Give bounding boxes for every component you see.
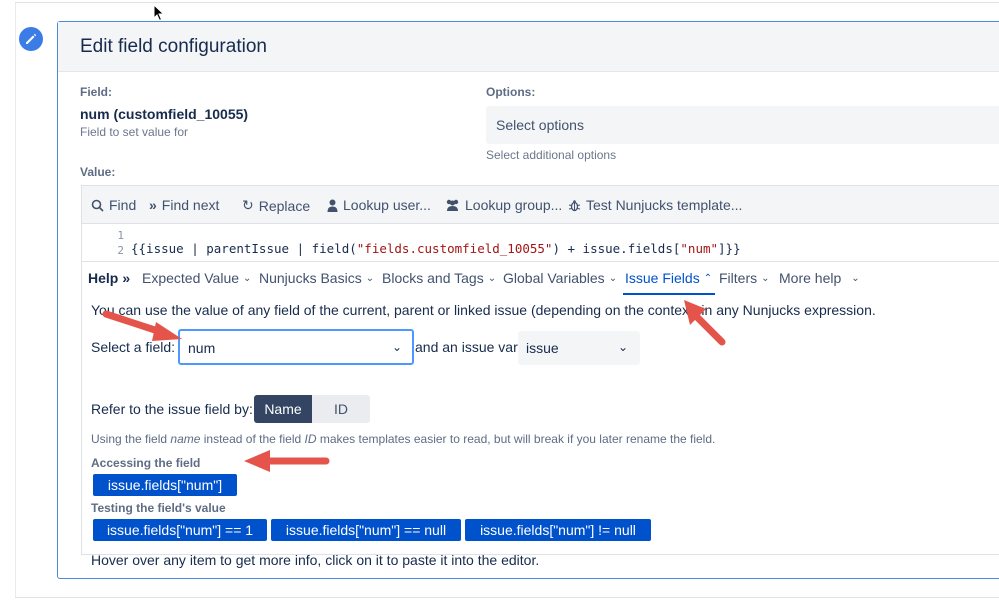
options-select[interactable]: Select options xyxy=(486,106,999,144)
lookup-group-button[interactable]: Lookup group... xyxy=(445,197,562,213)
tab-label: Nunjucks Basics xyxy=(259,270,362,286)
refer-by-id-button[interactable]: ID xyxy=(312,395,370,423)
search-icon xyxy=(91,199,104,212)
find-next-label: Find next xyxy=(161,197,220,213)
chevron-down-icon: ⌄ xyxy=(243,272,252,284)
testing-chip[interactable]: issue.fields["num"] == null xyxy=(271,519,461,541)
top-divider xyxy=(15,0,999,3)
issue-var-select[interactable]: issue ⌄ xyxy=(518,331,640,365)
code-line: {{issue | parentIssue | field("fields.cu… xyxy=(131,241,741,256)
help-title-label: Help xyxy=(88,270,119,286)
tab-label: Expected Value xyxy=(142,270,240,286)
user-icon xyxy=(327,199,338,212)
note-text: instead of the field xyxy=(200,432,305,446)
bottom-divider xyxy=(15,597,999,598)
edit-field-panel: Edit field configuration Field: num (cus… xyxy=(57,21,999,579)
tab-expected-value[interactable]: Expected Value ⌄ xyxy=(142,270,251,286)
options-placeholder: Select options xyxy=(496,117,584,133)
field-name: num (customfield_10055) xyxy=(80,106,249,122)
tab-issue-fields[interactable]: Issue Fields ⌃ xyxy=(625,270,712,286)
tab-filters[interactable]: Filters ⌄ xyxy=(719,270,770,286)
issue-var-value: issue xyxy=(526,340,559,356)
line-numbers: 1 2 xyxy=(112,228,124,258)
edit-pencil-icon[interactable] xyxy=(19,27,43,51)
double-chevron-right-icon: » xyxy=(122,270,131,286)
find-label: Find xyxy=(109,197,137,213)
refer-label: Refer to the issue field by: xyxy=(91,401,253,417)
chevron-down-icon: ⌄ xyxy=(487,272,497,284)
options-label: Options: xyxy=(486,85,536,99)
left-rail xyxy=(15,3,16,597)
field-select[interactable]: num ⌄ xyxy=(178,329,414,365)
field-helper: Field to set value for xyxy=(80,125,189,139)
annotation-arrow-icon xyxy=(102,310,182,341)
bug-icon xyxy=(568,199,581,211)
tab-label: More help xyxy=(779,270,842,286)
note-text: Using the field xyxy=(91,432,171,446)
line-number: 1 xyxy=(117,229,124,242)
tab-label: Global Variables xyxy=(503,270,605,286)
editor-toolbar: Find » Find next ↻ Replace Lookup user..… xyxy=(82,186,999,224)
line-number: 2 xyxy=(117,244,124,257)
refer-by-name-button[interactable]: Name xyxy=(254,395,312,423)
lookup-user-label: Lookup user... xyxy=(343,197,431,213)
testing-chip[interactable]: issue.fields["num"] != null xyxy=(465,519,651,541)
panel-title: Edit field configuration xyxy=(80,36,267,57)
accessing-chip[interactable]: issue.fields["num"] xyxy=(93,474,237,496)
refer-note: Using the field name instead of the fiel… xyxy=(91,432,715,446)
mouse-cursor-icon xyxy=(153,4,165,22)
test-template-label: Test Nunjucks template... xyxy=(586,197,743,213)
double-chevron-right-icon: » xyxy=(149,197,157,213)
tab-blocks-and-tags[interactable]: Blocks and Tags ⌄ xyxy=(382,270,496,286)
options-helper: Select additional options xyxy=(486,148,617,162)
chevron-down-icon: ⌄ xyxy=(617,340,628,354)
find-next-button[interactable]: » Find next xyxy=(149,197,219,213)
tab-label: Issue Fields xyxy=(625,270,700,286)
tab-nunjucks-basics[interactable]: Nunjucks Basics ⌄ xyxy=(259,270,374,286)
code-string: "num" xyxy=(680,241,719,256)
code-prefix: {{issue | parentIssue | field( xyxy=(131,241,357,256)
annotation-arrow-icon xyxy=(684,300,726,346)
help-intro: You can use the value of any field of th… xyxy=(91,302,876,318)
code-editor[interactable]: 1 2 {{issue | parentIssue | field("field… xyxy=(82,224,999,262)
field-select-value: num xyxy=(188,340,216,356)
page: Edit field configuration Field: num (cus… xyxy=(0,0,999,601)
users-icon xyxy=(446,199,459,211)
testing-chip[interactable]: issue.fields["num"] == 1 xyxy=(93,519,267,541)
replace-icon: ↻ xyxy=(242,197,254,213)
tab-more-help[interactable]: More help ⌄ xyxy=(779,270,860,286)
note-text: makes templates easier to read, but will… xyxy=(316,432,716,446)
code-suffix: ]}} xyxy=(718,241,741,256)
chevron-down-icon: ⌄ xyxy=(761,272,770,284)
note-emphasis: ID xyxy=(304,432,317,446)
tab-label: Filters xyxy=(719,270,758,286)
find-button[interactable]: Find xyxy=(91,197,136,213)
code-mid: ) + issue.fields[ xyxy=(552,241,681,256)
annotation-arrow-icon xyxy=(244,450,330,472)
help-title: Help » xyxy=(88,270,130,286)
panel-header: Edit field configuration xyxy=(58,22,999,72)
issue-var-label: and an issue var: xyxy=(415,339,522,355)
replace-button[interactable]: ↻ Replace xyxy=(242,197,310,214)
tab-label: Blocks and Tags xyxy=(382,270,484,286)
value-label: Value: xyxy=(80,165,116,179)
test-template-button[interactable]: Test Nunjucks template... xyxy=(568,197,742,213)
code-string: "fields.customfield_10055" xyxy=(356,241,553,256)
chevron-down-icon: ⌄ xyxy=(365,272,375,284)
tab-global-variables[interactable]: Global Variables ⌄ xyxy=(503,270,617,286)
testing-label: Testing the field's value xyxy=(91,501,226,515)
field-label: Field: xyxy=(80,85,112,99)
help-footer: Hover over any item to get more info, cl… xyxy=(91,552,540,568)
chevron-down-icon: ⌄ xyxy=(391,340,402,354)
replace-label: Replace xyxy=(258,197,311,214)
chevron-down-icon: ⌄ xyxy=(608,272,618,284)
lookup-user-button[interactable]: Lookup user... xyxy=(327,197,431,213)
chevron-down-icon: ⌄ xyxy=(851,272,860,284)
help-tabs: Help » Expected Value ⌄ Nunjucks Basics ⌄ … xyxy=(82,262,999,292)
chevron-up-icon: ⌃ xyxy=(703,272,713,284)
note-emphasis: name xyxy=(170,432,201,446)
lookup-group-label: Lookup group... xyxy=(465,197,563,213)
value-editor: Find » Find next ↻ Replace Lookup user..… xyxy=(81,185,999,568)
accessing-label: Accessing the field xyxy=(91,456,201,470)
